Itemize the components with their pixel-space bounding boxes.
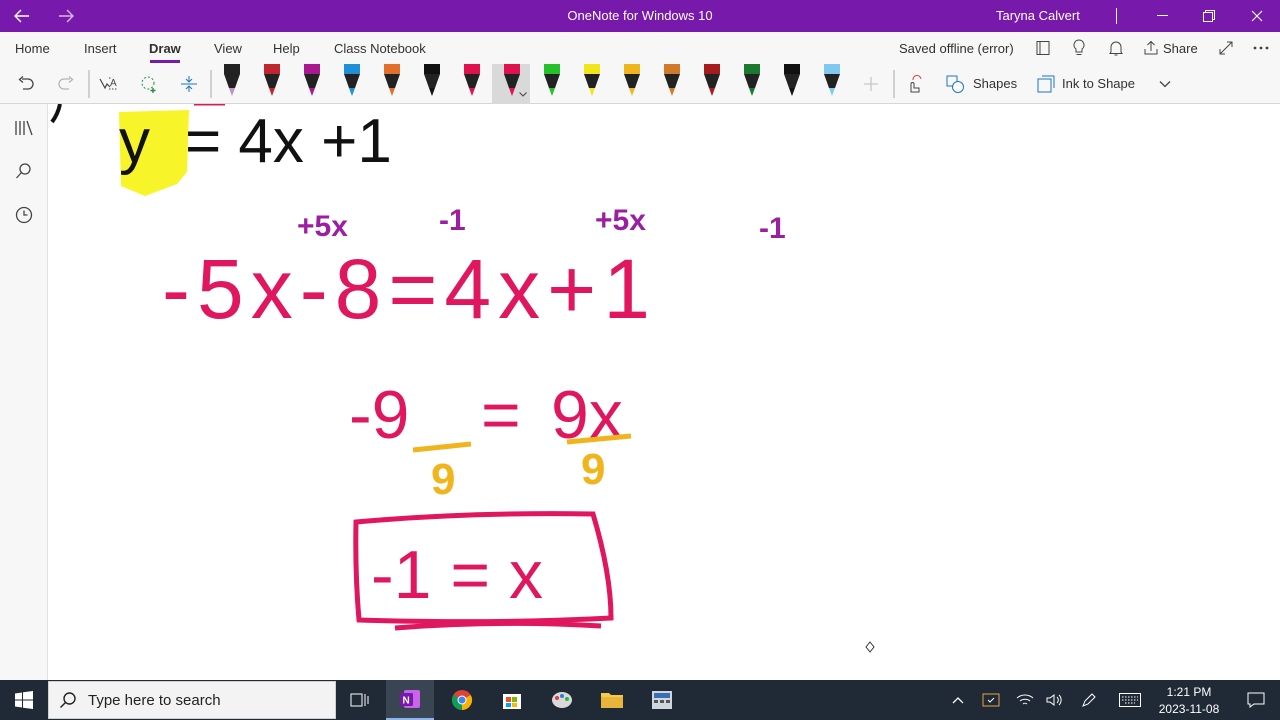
keyboard-icon[interactable] xyxy=(1112,680,1148,720)
windows-start-icon[interactable] xyxy=(0,680,48,720)
cursor-icon xyxy=(865,641,875,653)
annotation-plus-5x-right: +5x xyxy=(595,204,646,237)
window-title: OneNote for Windows 10 xyxy=(567,8,713,23)
redo-icon[interactable] xyxy=(54,72,78,96)
pen-swatch-11[interactable] xyxy=(620,64,644,98)
ink-layer: y = 4x +1 +5x -1 +5x -1 -5x-8=4x+1 -9 = … xyxy=(50,104,875,653)
tab-home[interactable]: Home xyxy=(15,41,50,56)
pen-swatch-5[interactable] xyxy=(380,64,404,98)
notebooks-icon[interactable] xyxy=(12,116,36,140)
search-icon[interactable] xyxy=(12,159,36,183)
ribbon-tabs: Home Insert Draw View Help Class Noteboo… xyxy=(0,32,1280,64)
svg-text:N: N xyxy=(403,696,410,707)
search-icon xyxy=(48,680,88,720)
pen-swatch-10[interactable] xyxy=(580,64,604,98)
pen-swatch-1[interactable] xyxy=(220,64,244,98)
pen-swatch-12[interactable] xyxy=(660,64,684,98)
equation-rhs: = 4x +1 xyxy=(185,107,392,176)
pen-swatch-15[interactable] xyxy=(780,64,804,98)
annotation-minus-1-left: -1 xyxy=(439,204,466,237)
recent-clock-icon[interactable] xyxy=(12,203,36,227)
calculator-icon[interactable] xyxy=(638,680,686,720)
undo-icon[interactable] xyxy=(14,72,38,96)
lasso-select-icon[interactable]: A xyxy=(96,72,122,96)
paint-icon[interactable] xyxy=(538,680,586,720)
pen-swatch-2[interactable] xyxy=(260,64,284,98)
ribbon-expand-chevron-icon[interactable] xyxy=(1156,76,1174,92)
taskbar-search-input[interactable]: Type here to search xyxy=(88,692,221,709)
more-options-icon[interactable] xyxy=(1250,38,1272,58)
tab-view[interactable]: View xyxy=(214,41,242,56)
system-clock[interactable]: 1:21 PM 2023-11-08 xyxy=(1150,684,1228,718)
add-shape-lasso-icon[interactable] xyxy=(136,72,162,96)
fullscreen-icon[interactable] xyxy=(1215,38,1237,58)
close-icon[interactable] xyxy=(1234,0,1280,32)
onenote-taskbar-icon[interactable]: N xyxy=(386,680,434,720)
bell-icon[interactable] xyxy=(1105,38,1127,58)
chevron-down-icon[interactable] xyxy=(518,90,528,98)
final-answer: -1 = x xyxy=(371,537,543,613)
pen-workspace-icon[interactable] xyxy=(1074,680,1104,720)
notifications-icon[interactable] xyxy=(1232,680,1280,720)
shapes-icon[interactable] xyxy=(943,72,967,96)
annotation-minus-1-right: -1 xyxy=(759,212,786,245)
divisor-right: 9 xyxy=(581,445,605,494)
equation-step-2-left: -9 xyxy=(349,377,409,453)
pen-swatch-16[interactable] xyxy=(820,64,844,98)
separator-icon xyxy=(1100,0,1134,32)
ink-to-shape-button[interactable]: Ink to Shape xyxy=(1062,76,1135,91)
share-button[interactable]: Share xyxy=(1163,41,1198,56)
notebook-icon[interactable] xyxy=(1032,38,1054,58)
user-name[interactable]: Taryna Calvert xyxy=(996,8,1080,23)
restore-icon[interactable] xyxy=(1186,0,1232,32)
microsoft-store-icon[interactable] xyxy=(488,680,536,720)
pen-swatch-4[interactable] xyxy=(340,64,364,98)
equation-step-2-equals: = xyxy=(481,377,521,453)
shapes-button[interactable]: Shapes xyxy=(973,76,1017,91)
ribbon-divider xyxy=(210,70,212,98)
clock-time: 1:21 PM xyxy=(1166,685,1212,699)
file-explorer-icon[interactable] xyxy=(588,680,636,720)
fraction-bar-left xyxy=(412,441,472,453)
pen-swatch-3[interactable] xyxy=(300,64,324,98)
sync-status[interactable]: Saved offline (error) xyxy=(899,41,1014,56)
ribbon-divider xyxy=(88,70,90,98)
pen-swatch-7[interactable] xyxy=(460,64,484,98)
pen-swatch-9[interactable] xyxy=(540,64,564,98)
divisor-left: 9 xyxy=(431,455,455,504)
pen-swatch-6[interactable] xyxy=(420,64,444,98)
ink-stroke xyxy=(50,104,62,124)
tab-help[interactable]: Help xyxy=(273,41,300,56)
add-pen-icon[interactable] xyxy=(860,72,882,96)
equation-lhs: y xyxy=(119,107,150,176)
chevron-up-icon[interactable] xyxy=(946,680,970,720)
share-icon[interactable] xyxy=(1141,38,1161,58)
title-bar: OneNote for Windows 10 Taryna Calvert xyxy=(0,0,1280,32)
tab-insert[interactable]: Insert xyxy=(84,41,117,56)
answer-underline xyxy=(394,620,602,631)
tab-class-notebook[interactable]: Class Notebook xyxy=(334,41,426,56)
app-tray-icon[interactable] xyxy=(976,680,1006,720)
ribbon-divider xyxy=(893,70,895,98)
tab-draw[interactable]: Draw xyxy=(149,41,181,56)
ink-to-shape-icon[interactable] xyxy=(1034,72,1058,96)
volume-icon[interactable] xyxy=(1040,680,1070,720)
lightbulb-icon[interactable] xyxy=(1068,38,1090,58)
active-tab-indicator xyxy=(150,60,180,63)
wifi-icon[interactable] xyxy=(1010,680,1040,720)
clock-date: 2023-11-08 xyxy=(1158,702,1220,716)
pen-swatch-13[interactable] xyxy=(700,64,724,98)
touch-drawing-icon[interactable] xyxy=(902,72,926,96)
equation-step-1: -5x-8=4x+1 xyxy=(162,242,657,336)
minimize-icon[interactable] xyxy=(1140,0,1186,32)
task-view-icon[interactable] xyxy=(336,680,384,720)
svg-text:A: A xyxy=(110,78,117,89)
pen-swatch-14[interactable] xyxy=(740,64,764,98)
navigation-rail xyxy=(0,104,48,680)
page-canvas[interactable]: y = 4x +1 +5x -1 +5x -1 -5x-8=4x+1 -9 = … xyxy=(49,104,1280,680)
chrome-icon[interactable] xyxy=(438,680,486,720)
annotation-plus-5x-left: +5x xyxy=(297,210,348,243)
insert-space-icon[interactable] xyxy=(176,72,202,96)
